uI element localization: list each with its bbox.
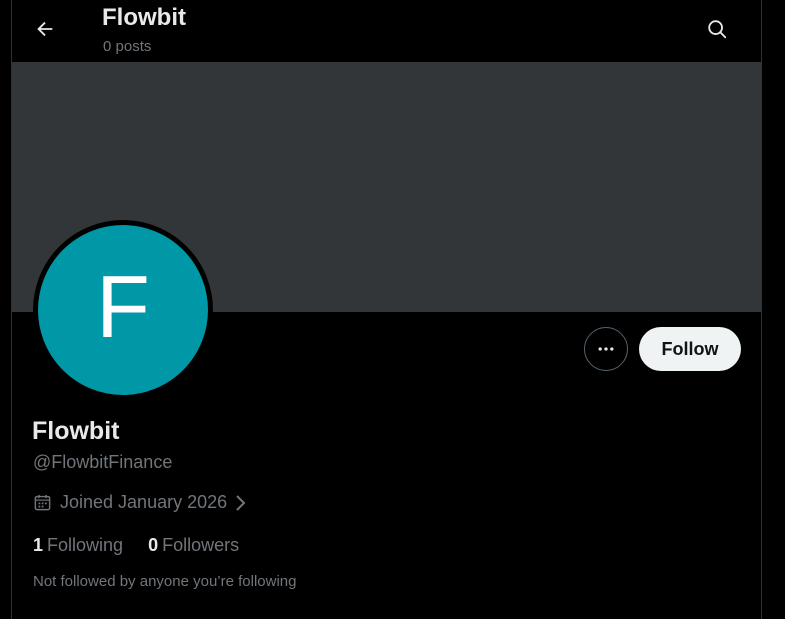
following-link[interactable]: 1 Following xyxy=(33,535,123,556)
joined-date[interactable]: Joined January 2026 xyxy=(33,492,247,513)
search-icon xyxy=(708,20,727,39)
not-followed-notice: Not followed by anyone you’re following xyxy=(33,573,297,590)
back-button[interactable] xyxy=(28,12,62,46)
following-label: Following xyxy=(47,535,124,555)
avatar[interactable]: F xyxy=(33,220,213,400)
arrow-left-icon xyxy=(37,21,53,37)
search-button[interactable] xyxy=(700,12,734,46)
calendar-icon xyxy=(33,493,52,512)
followers-link[interactable]: 0 Followers xyxy=(148,535,239,556)
followers-count: 0 xyxy=(148,535,159,555)
header-title: Flowbit xyxy=(102,4,186,31)
profile-column: Flowbit 0 posts F Follow Flowbit @Flowbi… xyxy=(11,0,762,619)
display-name: Flowbit xyxy=(32,417,120,445)
follow-stats: 1 Following 0 Followers xyxy=(33,535,264,556)
user-handle: @FlowbitFinance xyxy=(33,452,173,472)
chevron-right-icon xyxy=(233,494,247,512)
joined-text: Joined January 2026 xyxy=(60,492,228,512)
followers-label: Followers xyxy=(162,535,240,555)
post-count: 0 posts xyxy=(103,38,152,55)
follow-button[interactable]: Follow xyxy=(639,327,741,371)
avatar-letter: F xyxy=(96,257,150,356)
more-options-button[interactable] xyxy=(584,327,628,371)
more-horizontal-icon xyxy=(598,347,614,351)
following-count: 1 xyxy=(33,535,44,555)
top-bar: Flowbit 0 posts xyxy=(12,0,761,62)
